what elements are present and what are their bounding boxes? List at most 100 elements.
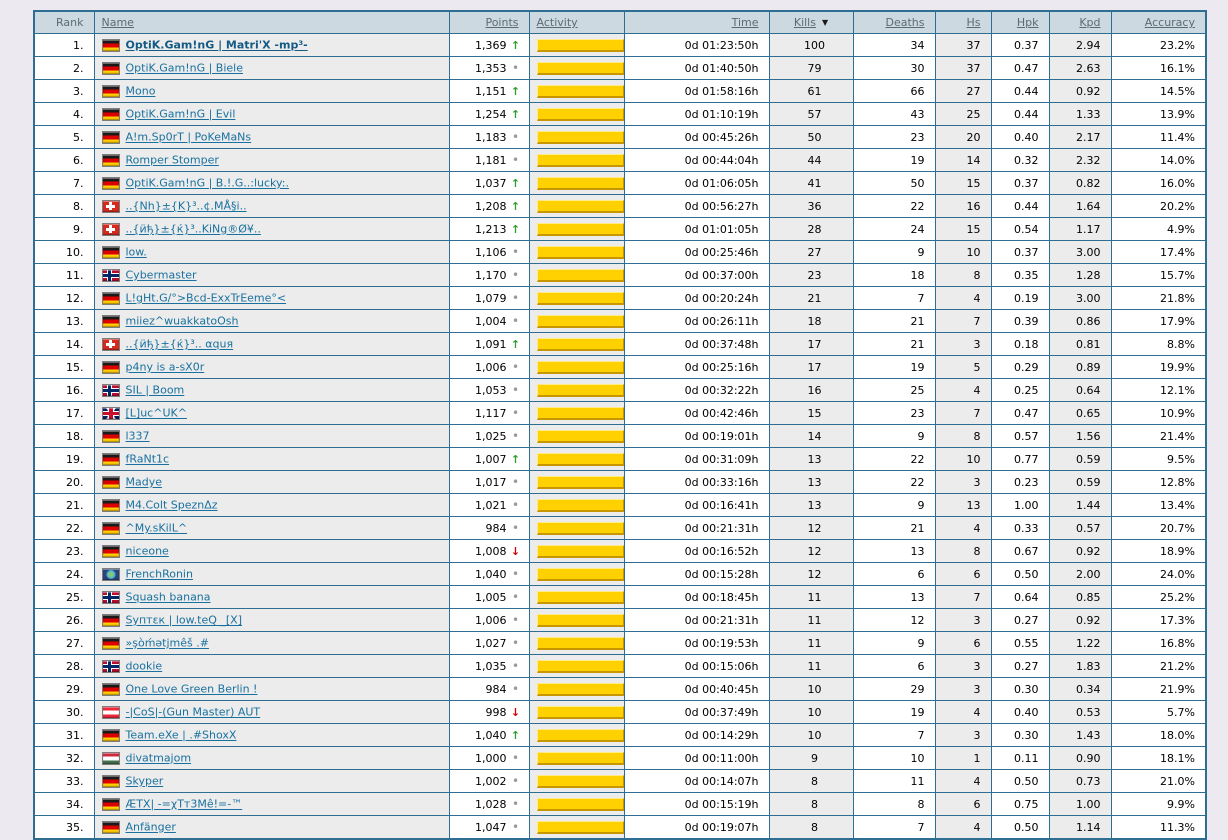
player-name-link[interactable]: FrenchRonin [126,568,193,581]
flag-germany-icon [102,154,120,167]
player-name-link[interactable]: Syптεк | low.teQ _[X] [126,614,243,627]
player-name-link[interactable]: OptiK.Gam!nG | Matri'X -mp³- [126,39,308,52]
player-name-link[interactable]: Squash banana [126,591,211,604]
player-name-link[interactable]: OptiK.Gam!nG | Evil [126,108,236,121]
activity-cell [529,632,624,655]
column-header-accuracy-label[interactable]: Accuracy [1145,16,1195,29]
player-name-link[interactable]: M4.Colt SpeznΔz [126,499,218,512]
player-name-link[interactable]: Cybermaster [126,269,197,282]
accuracy-cell: 17.9% [1111,310,1206,333]
player-name-link[interactable]: Romper Stomper [126,154,219,167]
points-cell: 1,079• [449,287,529,310]
deaths-cell: 7 [853,287,935,310]
player-name-link[interactable]: Team.eXe | .#ShoxX [126,729,237,742]
hpk-cell: 0.27 [991,609,1049,632]
time-cell: 0d 01:01:05h [624,218,769,241]
points-cell: 1,053• [449,379,529,402]
name-cell: low. [94,241,449,264]
column-header-kpd-label[interactable]: Kpd [1079,16,1100,29]
kpd-cell: 0.89 [1049,356,1111,379]
trend-up-icon: ↑ [511,39,521,52]
name-cell: »şòḿәtjmêš .# [94,632,449,655]
trend-same-icon: • [511,383,521,397]
rank-cell: 24. [34,563,94,586]
accuracy-cell: 8.8% [1111,333,1206,356]
player-name-link[interactable]: miiez^wuakkatoOsh [126,315,239,328]
player-name-link[interactable]: ^My.sKilL^ [126,522,188,535]
player-name-link[interactable]: divatmajom [126,752,192,765]
points-cell: 984• [449,678,529,701]
activity-bar [537,292,624,305]
player-name-link[interactable]: ..{Nh}±{K}³..¢.MÅ§i.. [126,200,247,213]
activity-cell [529,770,624,793]
player-name-link[interactable]: OptiK.Gam!nG | Biele [126,62,244,75]
player-name-link[interactable]: ÆTX| -=χTт3Mê!=-™ [126,798,243,811]
activity-bar [537,568,624,581]
player-name-link[interactable]: -|CoS|-(Gun Master) AUT [126,706,261,719]
deaths-cell: 10 [853,747,935,770]
rank-cell: 9. [34,218,94,241]
player-name-link[interactable]: l337 [126,430,150,443]
column-header-kills-label[interactable]: Kills [794,16,816,29]
trend-up-icon: ↑ [511,108,521,121]
points-wrapper: 1,040↑ [450,729,529,742]
column-header-deaths-label[interactable]: Deaths [886,16,925,29]
points-cell: 1,353• [449,57,529,80]
column-header-name-label[interactable]: Name [102,16,134,29]
hs-cell: 15 [935,172,991,195]
player-name-link[interactable]: One Love Green Berlin ! [126,683,258,696]
player-name-link[interactable]: Mono [126,85,156,98]
flag-norway-icon [102,660,120,673]
hs-cell: 8 [935,264,991,287]
table-row: 4.OptiK.Gam!nG | Evil1,254↑0d 01:10:19h5… [34,103,1206,126]
player-name-link[interactable]: A!m.Sp0rT | PoKeMaNs [126,131,252,144]
table-row: 2.OptiK.Gam!nG | Biele1,353•0d 01:40:50h… [34,57,1206,80]
table-row: 11.Cybermaster1,170•0d 00:37:00h231880.3… [34,264,1206,287]
hpk-cell: 0.19 [991,287,1049,310]
table-row: 17.[L]uc^UK^1,117•0d 00:42:46h152370.470… [34,402,1206,425]
player-name-link[interactable]: dookie [126,660,163,673]
points-wrapper: 1,183• [450,130,529,144]
column-header-points-label[interactable]: Points [485,16,518,29]
player-name-link[interactable]: »şòḿәtjmêš .# [126,637,209,650]
player-name-link[interactable]: [L]uc^UK^ [126,407,187,420]
time-cell: 0d 00:31:09h [624,448,769,471]
kpd-cell: 1.43 [1049,724,1111,747]
name-cell: OptiK.Gam!nG | Matri'X -mp³- [94,34,449,57]
player-name-link[interactable]: niceone [126,545,169,558]
column-header-hs-label[interactable]: Hs [966,16,980,29]
player-name-link[interactable]: Anfänger [126,821,176,834]
column-header-time-label[interactable]: Time [732,16,759,29]
flag-germany-icon [102,637,120,650]
player-name-link[interactable]: low. [126,246,147,259]
points-value: 1,006 [475,614,507,627]
trend-same-icon: • [511,590,521,604]
points-wrapper: 1,035• [450,659,529,673]
kills-cell: 12 [769,517,853,540]
table-row: 19.fRaNt1c1,007↑0d 00:31:09h1322100.770.… [34,448,1206,471]
flag-germany-icon [102,430,120,443]
player-name-link[interactable]: OptiK.Gam!nG | B.!.G..:lucky:. [126,177,289,190]
player-name-link[interactable]: ..{ӥђ}±{ќ}³.. αquя [126,338,234,351]
player-name-link[interactable]: L!gHt.G/°>Bcd-ExxTrEeme°< [126,292,287,305]
column-header-activity-label[interactable]: Activity [537,16,578,29]
player-name-link[interactable]: fRaNt1c [126,453,170,466]
rank-cell: 11. [34,264,94,287]
table-row: 29.One Love Green Berlin !984•0d 00:40:4… [34,678,1206,701]
table-row: 31.Team.eXe | .#ShoxX1,040↑0d 00:14:29h1… [34,724,1206,747]
activity-bar [537,361,624,374]
hs-cell: 15 [935,218,991,241]
deaths-cell: 12 [853,609,935,632]
hs-cell: 3 [935,724,991,747]
activity-cell [529,34,624,57]
name-cell: Mono [94,80,449,103]
player-name-link[interactable]: SIL | Boom [126,384,185,397]
hs-cell: 4 [935,770,991,793]
player-name-link[interactable]: Skyper [126,775,164,788]
player-name-link[interactable]: ..{ӥђ}±{ќ}³..KiNg®Ø¥.. [126,223,261,236]
kills-cell: 9 [769,747,853,770]
name-cell: A!m.Sp0rT | PoKeMaNs [94,126,449,149]
player-name-link[interactable]: Madye [126,476,163,489]
column-header-hpk-label[interactable]: Hpk [1017,16,1039,29]
player-name-link[interactable]: p4ny is a-sX0r [126,361,205,374]
